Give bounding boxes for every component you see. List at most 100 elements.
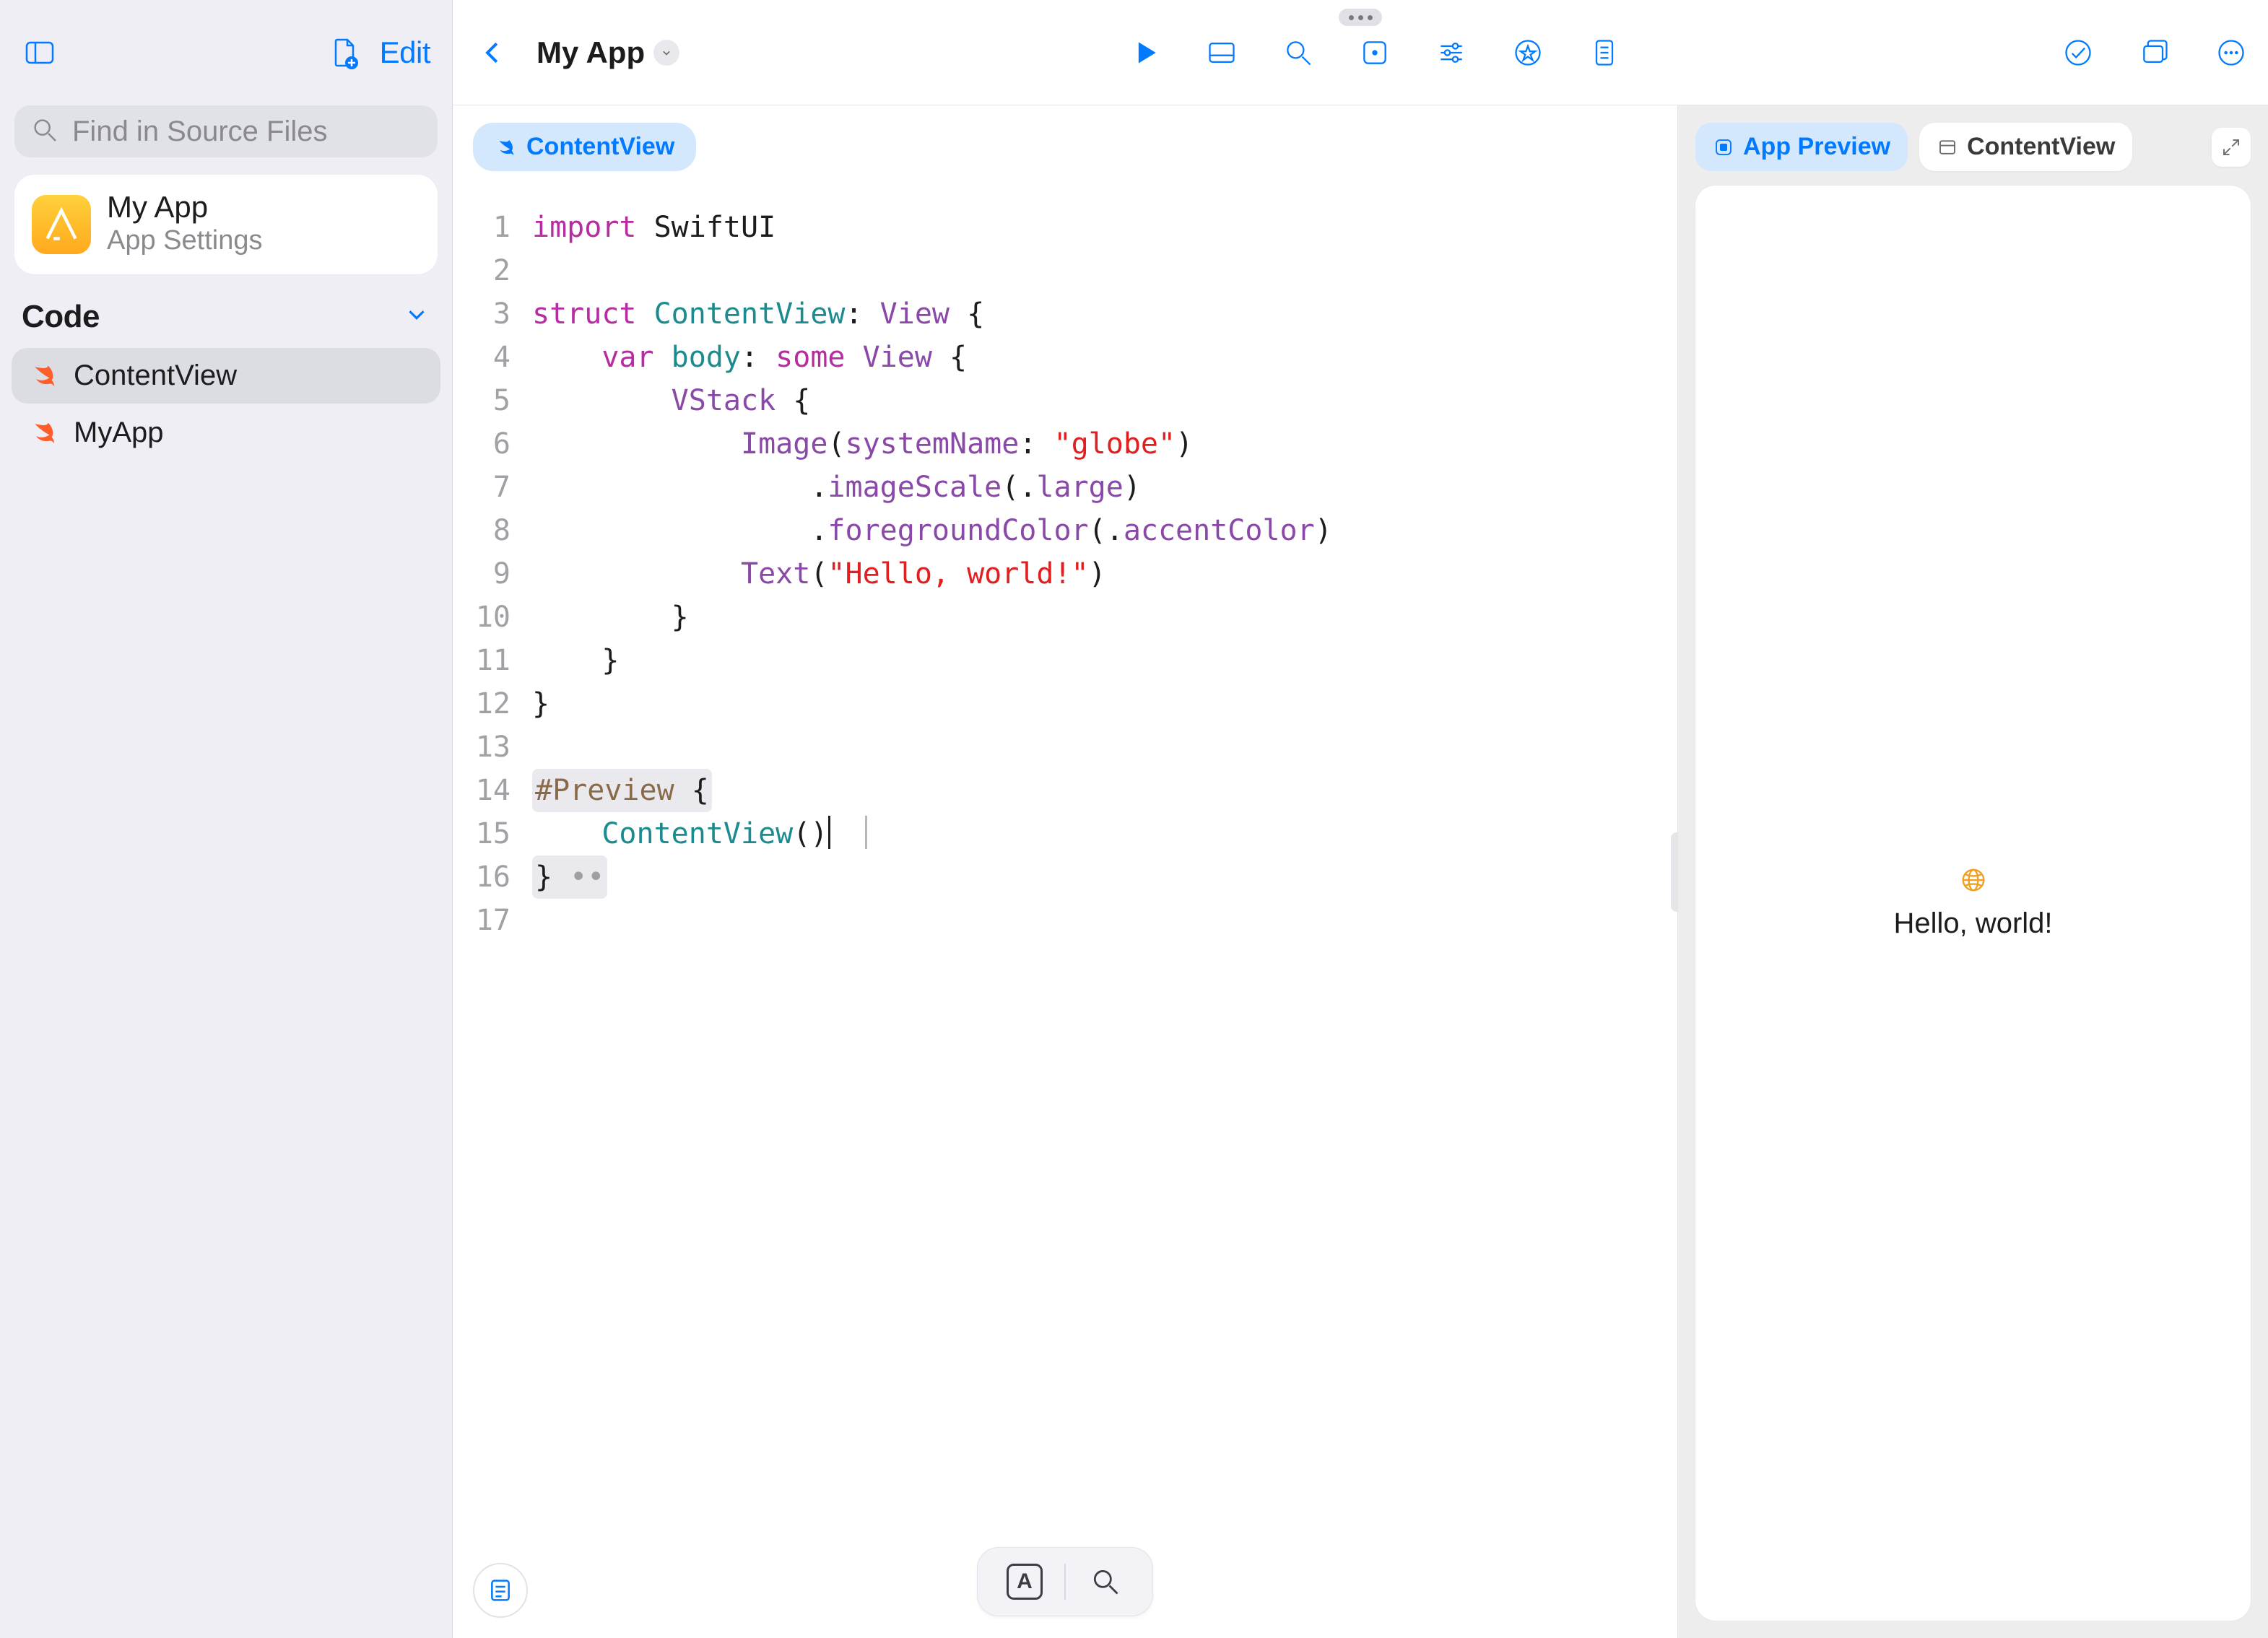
console-button[interactable] [1204,35,1240,71]
code-line[interactable]: 2 [453,249,1677,292]
line-number: 2 [453,249,532,292]
code-content: .foregroundColor(.accentColor) [532,509,1332,552]
file-nav-label: MyApp [74,417,164,449]
more-button[interactable] [2213,35,2249,71]
code-content: Image(systemName: "globe") [532,422,1193,466]
code-content: } [532,682,549,726]
ellipsis-circle-icon [2215,37,2247,69]
code-content: import SwiftUI [532,206,775,249]
code-line[interactable]: 15 ContentView() [453,812,1677,855]
line-number: 14 [453,769,532,812]
checkmark-circle-icon [2062,37,2094,69]
code-content: } •• [532,855,607,899]
window-drag-indicator[interactable] [1339,9,1382,26]
app-title: My App [107,191,262,224]
text-cursor [828,816,830,849]
line-number: 4 [453,336,532,379]
breakpoint-button[interactable] [1357,35,1393,71]
line-number: 9 [453,552,532,596]
issues-button[interactable] [2060,35,2096,71]
quick-help-button[interactable] [473,1563,528,1618]
file-navigator: ContentView MyApp [0,342,452,466]
settings-button[interactable] [1433,35,1469,71]
search-input[interactable] [71,115,446,149]
code-line[interactable]: 5 VStack { [453,379,1677,422]
code-content: Text("Hello, world!") [532,552,1106,596]
code-line[interactable]: 4 var body: some View { [453,336,1677,379]
keyboard-toggle-button[interactable]: A [985,1556,1064,1607]
code-content: .imageScale(.large) [532,466,1141,509]
doc-lines-icon [486,1576,515,1605]
swift-icon [495,136,516,158]
capabilities-button[interactable] [1510,35,1546,71]
code-line[interactable]: 13 [453,726,1677,769]
file-nav-item[interactable]: MyApp [12,405,440,461]
code-line[interactable]: 8 .foregroundColor(.accentColor) [453,509,1677,552]
line-number: 15 [453,812,532,855]
code-content: VStack { [532,379,810,422]
swift-icon [27,417,59,448]
pane-resize-handle[interactable] [1671,832,1678,912]
code-line[interactable]: 16} •• [453,855,1677,899]
window-icon [1937,136,1958,158]
preview-tab-label: ContentView [1967,133,2115,161]
app-title-dropdown[interactable]: My App [526,30,690,76]
search-icon [1090,1566,1121,1598]
section-header-code[interactable]: Code [0,289,452,342]
chevron-left-icon [479,39,507,66]
expand-icon [2220,136,2242,158]
globe-icon [1960,866,1987,899]
search-field[interactable] [14,105,438,157]
keyboard-accessory-bar: A [977,1547,1153,1616]
code-line[interactable]: 9 Text("Hello, world!") [453,552,1677,596]
sidebar-panel: Edit My App App Settings [0,0,453,1638]
chevron-down-icon [653,40,679,66]
file-nav-item[interactable]: ContentView [12,348,440,404]
code-line[interactable]: 11 } [453,639,1677,682]
code-line[interactable]: 7 .imageScale(.large) [453,466,1677,509]
preview-canvas[interactable]: Hello, world! [1695,186,2251,1621]
preview-panel: App Preview ContentView Hello, world! [1677,105,2268,1638]
toolbar-title: My App [536,35,645,70]
code-line[interactable]: 10 } [453,596,1677,639]
secondary-cursor [865,816,867,849]
line-number: 11 [453,639,532,682]
code-line[interactable]: 14#Preview { [453,769,1677,812]
document-icon [1589,37,1620,69]
code-editor[interactable]: ContentView 1import SwiftUI23struct Cont… [453,105,1677,1638]
line-number: 10 [453,596,532,639]
preview-tab-contentview[interactable]: ContentView [1919,123,2132,171]
windows-button[interactable] [2137,35,2173,71]
preview-tab-app-preview[interactable]: App Preview [1695,123,1908,171]
back-button[interactable] [472,31,515,74]
line-number: 3 [453,292,532,336]
code-line[interactable]: 17 [453,899,1677,942]
code-line[interactable]: 12} [453,682,1677,726]
expand-preview-button[interactable] [2212,128,2251,167]
documentation-button[interactable] [1586,35,1622,71]
toggle-sidebar-button[interactable] [22,35,58,71]
code-content: } [532,596,689,639]
code-area[interactable]: 1import SwiftUI23struct ContentView: Vie… [453,171,1677,942]
line-number: 5 [453,379,532,422]
section-label: Code [22,299,100,335]
app-settings-card[interactable]: My App App Settings [14,175,438,274]
edit-button[interactable]: Edit [380,35,430,70]
windows-icon [2139,37,2171,69]
new-file-button[interactable] [326,35,362,71]
find-button[interactable] [1280,35,1316,71]
line-number: 12 [453,682,532,726]
star-circle-icon [1512,37,1544,69]
find-in-file-button[interactable] [1066,1556,1145,1607]
code-line[interactable]: 1import SwiftUI [453,206,1677,249]
breakpoint-icon [1359,37,1391,69]
line-number: 16 [453,855,532,899]
run-button[interactable] [1127,35,1163,71]
file-tab-label: ContentView [526,133,674,161]
sidebar-icon [22,35,57,70]
code-line[interactable]: 6 Image(systemName: "globe") [453,422,1677,466]
file-tab-contentview[interactable]: ContentView [473,123,696,171]
console-icon [1206,37,1238,69]
line-number: 7 [453,466,532,509]
code-line[interactable]: 3struct ContentView: View { [453,292,1677,336]
